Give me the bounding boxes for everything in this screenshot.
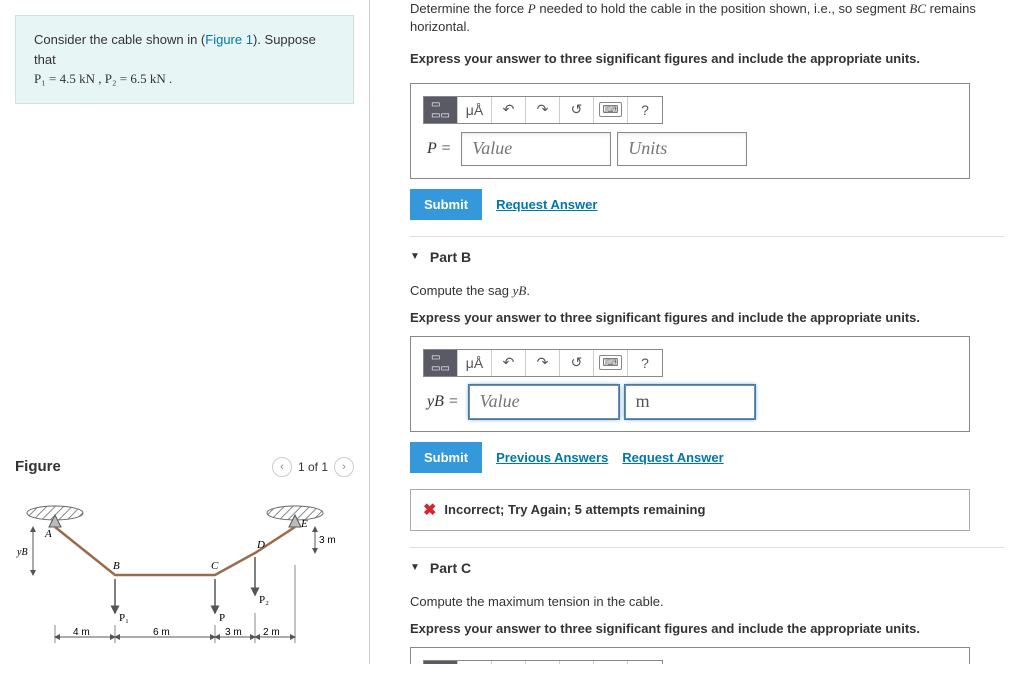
svg-text:D: D <box>256 539 265 551</box>
partA-units-input[interactable] <box>617 132 747 166</box>
template-icon[interactable]: ▭▭▭ <box>424 661 458 664</box>
svg-text:P₂: P₂ <box>259 594 269 606</box>
partA-submit-button[interactable]: Submit <box>410 189 482 220</box>
help-icon[interactable]: ? <box>628 661 662 664</box>
svg-text:C: C <box>211 560 219 572</box>
figure-pager: ‹ 1 of 1 › <box>272 457 354 477</box>
svg-text:A: A <box>44 528 52 540</box>
partC-title: Part C <box>430 560 471 576</box>
svg-text:6 m: 6 m <box>153 627 170 638</box>
feedback-text: Incorrect; Try Again; 5 attempts remaini… <box>444 502 705 517</box>
help-icon[interactable]: ? <box>628 97 662 123</box>
reset-icon[interactable]: ↺ <box>560 350 594 376</box>
help-icon[interactable]: ? <box>628 350 662 376</box>
collapse-icon: ▼ <box>410 562 420 573</box>
pager-prev-button[interactable]: ‹ <box>272 457 292 477</box>
svg-text:4 m: 4 m <box>73 627 90 638</box>
partA-answer-box: ▭▭▭ μÅ ↶ ↷ ↺ ⌨ ? P = <box>410 83 970 179</box>
partC-instruction: Express your answer to three significant… <box>410 619 1004 639</box>
figure-image: A B C D E yB 3 m P₁ P P₂ <box>0 485 369 678</box>
partC-prompt: Compute the maximum tension in the cable… <box>410 592 1004 612</box>
keyboard-icon[interactable]: ⌨ <box>594 661 628 664</box>
partA-instruction: Express your answer to three significant… <box>410 50 1004 68</box>
partC-toolbar: ▭▭▭ μÅ ↶ ↷ ↺ ⌨ ? <box>423 660 663 664</box>
partB-toolbar: ▭▭▭ μÅ ↶ ↷ ↺ ⌨ ? <box>423 349 663 377</box>
partB-answer-box: ▭▭▭ μÅ ↶ ↷ ↺ ⌨ ? yB = m <box>410 336 970 432</box>
givens: P₁ = 4.5 kN , P₂ = 6.5 kN . <box>34 71 172 86</box>
svg-text:B: B <box>113 560 120 572</box>
units-symbol-icon[interactable]: μÅ <box>458 97 492 123</box>
svg-text:yB: yB <box>16 547 28 558</box>
partB-previous-answers-link[interactable]: Previous Answers <box>496 450 608 465</box>
partB-header[interactable]: ▼ Part B <box>410 236 1004 275</box>
collapse-icon: ▼ <box>410 251 420 262</box>
partB-value-input[interactable] <box>469 385 619 419</box>
reset-icon[interactable]: ↺ <box>560 661 594 664</box>
pager-count: 1 of 1 <box>298 460 328 474</box>
pager-next-button[interactable]: › <box>334 457 354 477</box>
partC-header[interactable]: ▼ Part C <box>410 547 1004 586</box>
reset-icon[interactable]: ↺ <box>560 97 594 123</box>
svg-text:3 m: 3 m <box>319 535 335 546</box>
partB-request-answer-link[interactable]: Request Answer <box>622 450 723 465</box>
redo-icon[interactable]: ↷ <box>526 350 560 376</box>
keyboard-icon[interactable]: ⌨ <box>594 350 628 376</box>
partB-variable: yB = <box>423 393 463 411</box>
keyboard-icon[interactable]: ⌨ <box>594 97 628 123</box>
partB-submit-button[interactable]: Submit <box>410 442 482 473</box>
partA-toolbar: ▭▭▭ μÅ ↶ ↷ ↺ ⌨ ? <box>423 96 663 124</box>
partB-instruction: Express your answer to three significant… <box>410 308 1004 328</box>
units-symbol-icon[interactable]: μÅ <box>458 661 492 664</box>
partB-units-input[interactable]: m <box>625 385 755 419</box>
redo-icon[interactable]: ↷ <box>526 97 560 123</box>
undo-icon[interactable]: ↶ <box>492 97 526 123</box>
svg-text:E: E <box>300 518 308 530</box>
figure-title: Figure <box>15 458 61 475</box>
template-icon[interactable]: ▭▭▭ <box>424 350 458 376</box>
partA-variable: P = <box>423 140 455 158</box>
redo-icon[interactable]: ↷ <box>526 661 560 664</box>
svg-text:2 m: 2 m <box>263 627 280 638</box>
problem-text-1: Consider the cable shown in ( <box>34 32 205 47</box>
figure-link[interactable]: Figure 1 <box>205 32 253 47</box>
incorrect-icon: ✖ <box>423 500 436 520</box>
partA-value-input[interactable] <box>461 132 611 166</box>
partC-answer-box: ▭▭▭ μÅ ↶ ↷ ↺ ⌨ ? <box>410 647 970 664</box>
template-icon[interactable]: ▭▭▭ <box>424 97 458 123</box>
undo-icon[interactable]: ↶ <box>492 661 526 664</box>
partA-request-answer-link[interactable]: Request Answer <box>496 197 597 212</box>
svg-text:P: P <box>219 612 225 624</box>
partB-prompt: Compute the sag yB. <box>410 281 1004 301</box>
svg-text:P₁: P₁ <box>119 612 129 624</box>
undo-icon[interactable]: ↶ <box>492 350 526 376</box>
problem-statement: Consider the cable shown in (Figure 1). … <box>15 15 354 104</box>
partB-title: Part B <box>430 249 471 265</box>
partB-feedback: ✖ Incorrect; Try Again; 5 attempts remai… <box>410 489 970 531</box>
svg-text:3 m: 3 m <box>225 627 242 638</box>
partA-prompt: Determine the force P needed to hold the… <box>410 0 1004 36</box>
units-symbol-icon[interactable]: μÅ <box>458 350 492 376</box>
